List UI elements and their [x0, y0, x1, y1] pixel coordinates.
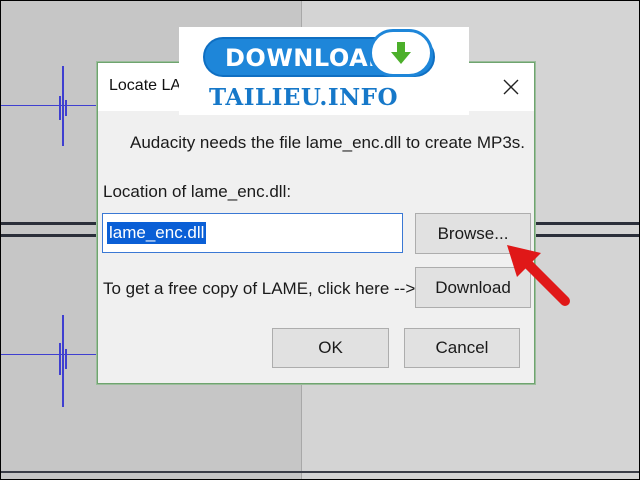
track-separator	[1, 471, 639, 473]
location-label: Location of lame_enc.dll:	[103, 182, 292, 201]
logo-badge-text: DOWNLOAD	[225, 44, 389, 72]
cancel-button[interactable]: Cancel	[404, 328, 520, 368]
waveform-spike-lower	[59, 315, 67, 407]
free-copy-text: To get a free copy of LAME, click here -…	[103, 279, 416, 298]
waveform-centerline-lower	[1, 354, 97, 355]
dialog-message: Audacity needs the file lame_enc.dll to …	[130, 133, 525, 152]
waveform-spike-upper	[59, 66, 67, 146]
waveform-centerline-upper	[1, 105, 97, 106]
pointer-arrow-icon	[507, 245, 570, 306]
lame-path-input[interactable]: lame_enc.dll	[102, 213, 403, 253]
app-background: Locate LAME Audacity needs the file lame…	[1, 1, 639, 479]
logo-brand-text: TAILIEU.INFO	[209, 84, 399, 111]
watermark-logo: DOWNLOAD TAILIEU.INFO	[179, 27, 469, 115]
download-arrow-icon	[369, 29, 433, 77]
close-button[interactable]	[488, 63, 534, 111]
close-icon	[503, 79, 519, 95]
ok-button[interactable]: OK	[272, 328, 389, 368]
lame-path-value: lame_enc.dll	[107, 222, 207, 244]
